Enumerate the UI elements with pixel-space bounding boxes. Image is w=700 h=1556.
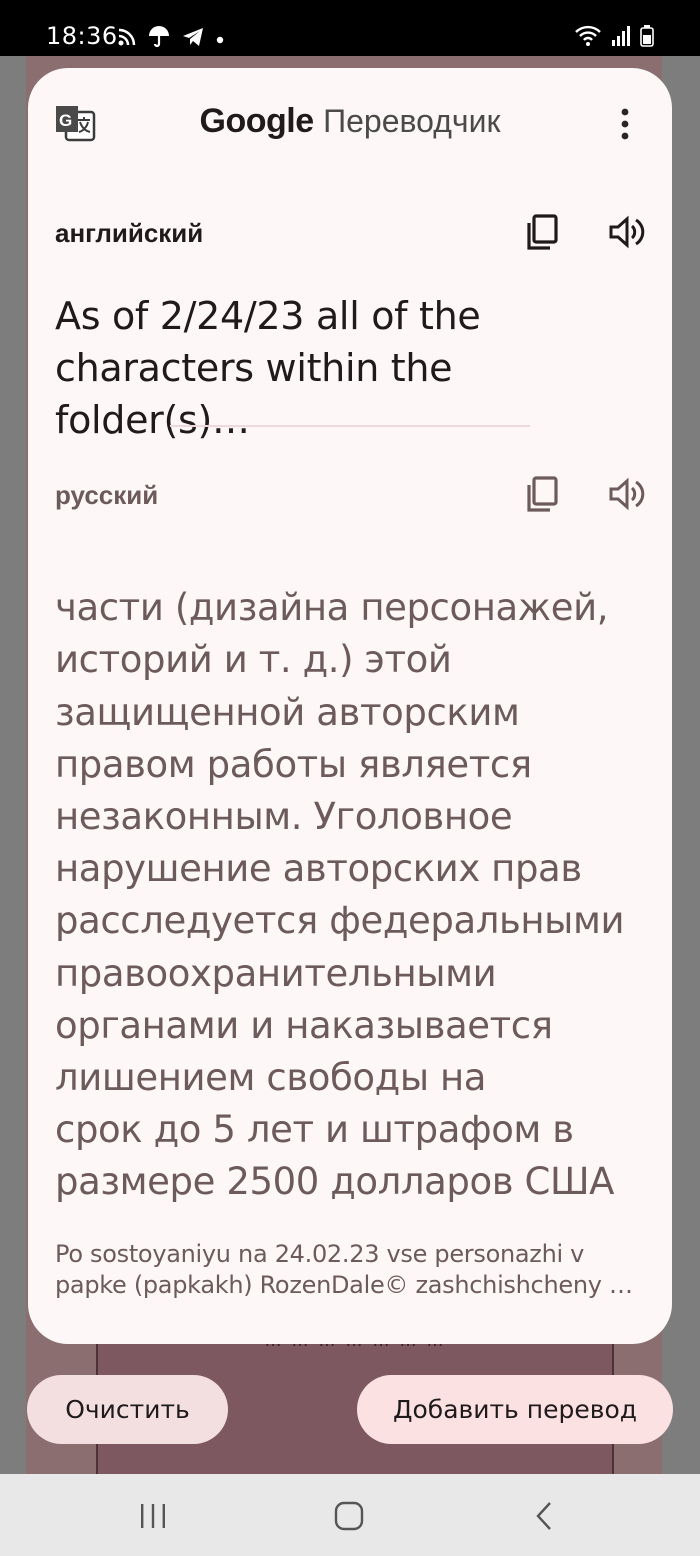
battery-icon [640,25,654,52]
signal-icon [612,26,630,51]
title-brand: Google [199,102,315,140]
telegram-icon [182,27,204,52]
translate-sheet: G Google Переводчик английский As of 2/2… [28,68,672,1344]
status-bar: 18:36 [0,0,700,56]
target-language-label: русский [55,480,159,510]
translation-text[interactable]: части (дизайна персонажей, историй и т. … [55,544,660,1204]
umbrella-icon [148,26,170,53]
source-text-line: As of 2/24/23 all of the [55,294,481,338]
divider [170,425,530,427]
title-product: Переводчик [323,103,501,139]
clear-button[interactable]: Очистить [27,1375,228,1444]
status-time: 18:36 [46,22,118,50]
copy-icon[interactable] [524,212,564,252]
speaker-icon[interactable] [606,474,646,514]
rss-icon [118,28,136,51]
copy-icon[interactable] [524,474,564,514]
back-icon[interactable] [526,1500,566,1532]
status-left-icons [118,26,224,53]
source-text[interactable]: As of 2/24/23 all of the characters with… [55,290,655,446]
translation-text-body: части (дизайна персонажей, историй и т. … [55,586,625,1204]
navigation-bar [0,1474,700,1556]
app-title: Google Переводчик [28,102,672,141]
recents-icon[interactable] [133,1500,173,1532]
source-text-line: characters within the folder(s)… [55,346,453,442]
wifi-icon [574,25,602,52]
speaker-icon[interactable] [606,212,646,252]
dot-icon [216,31,224,49]
more-vert-icon[interactable] [608,104,642,144]
source-language-label: английский [55,218,204,248]
home-icon[interactable] [329,1500,369,1532]
add-translation-button[interactable]: Добавить перевод [357,1375,673,1444]
status-right-icons [574,25,654,52]
transliteration-text: Po sostoyaniyu na 24.02.23 vse personazh… [55,1240,633,1299]
